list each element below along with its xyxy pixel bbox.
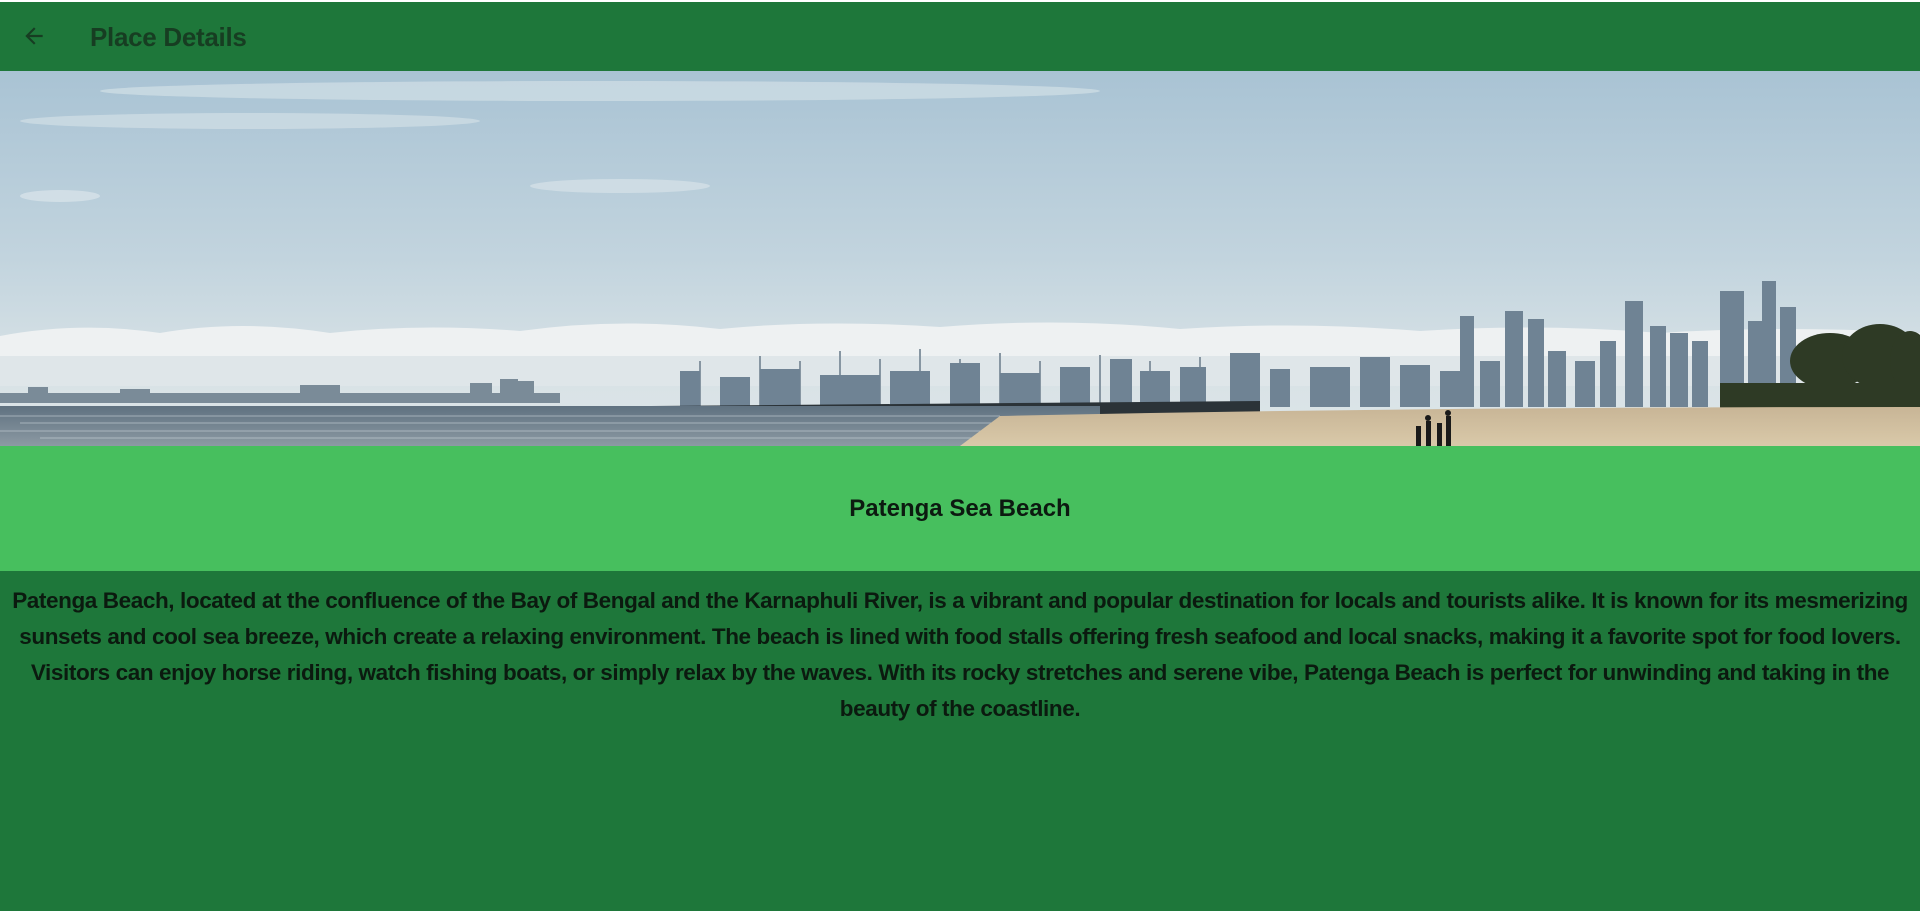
arrow-left-icon: [25, 27, 43, 45]
page-title: Place Details: [90, 22, 247, 52]
back-button[interactable]: [14, 16, 54, 56]
place-name: Patenga Sea Beach: [849, 494, 1071, 522]
app-bar: Place Details: [0, 0, 1920, 71]
place-hero-image: [0, 71, 1920, 446]
place-details-screen: Place Details Patenga Sea Beach Patenga …: [0, 0, 1920, 911]
place-description: Patenga Beach, located at the confluence…: [12, 588, 1908, 721]
skyline-beach-image: [0, 71, 1920, 446]
place-name-band: Patenga Sea Beach: [0, 446, 1920, 571]
